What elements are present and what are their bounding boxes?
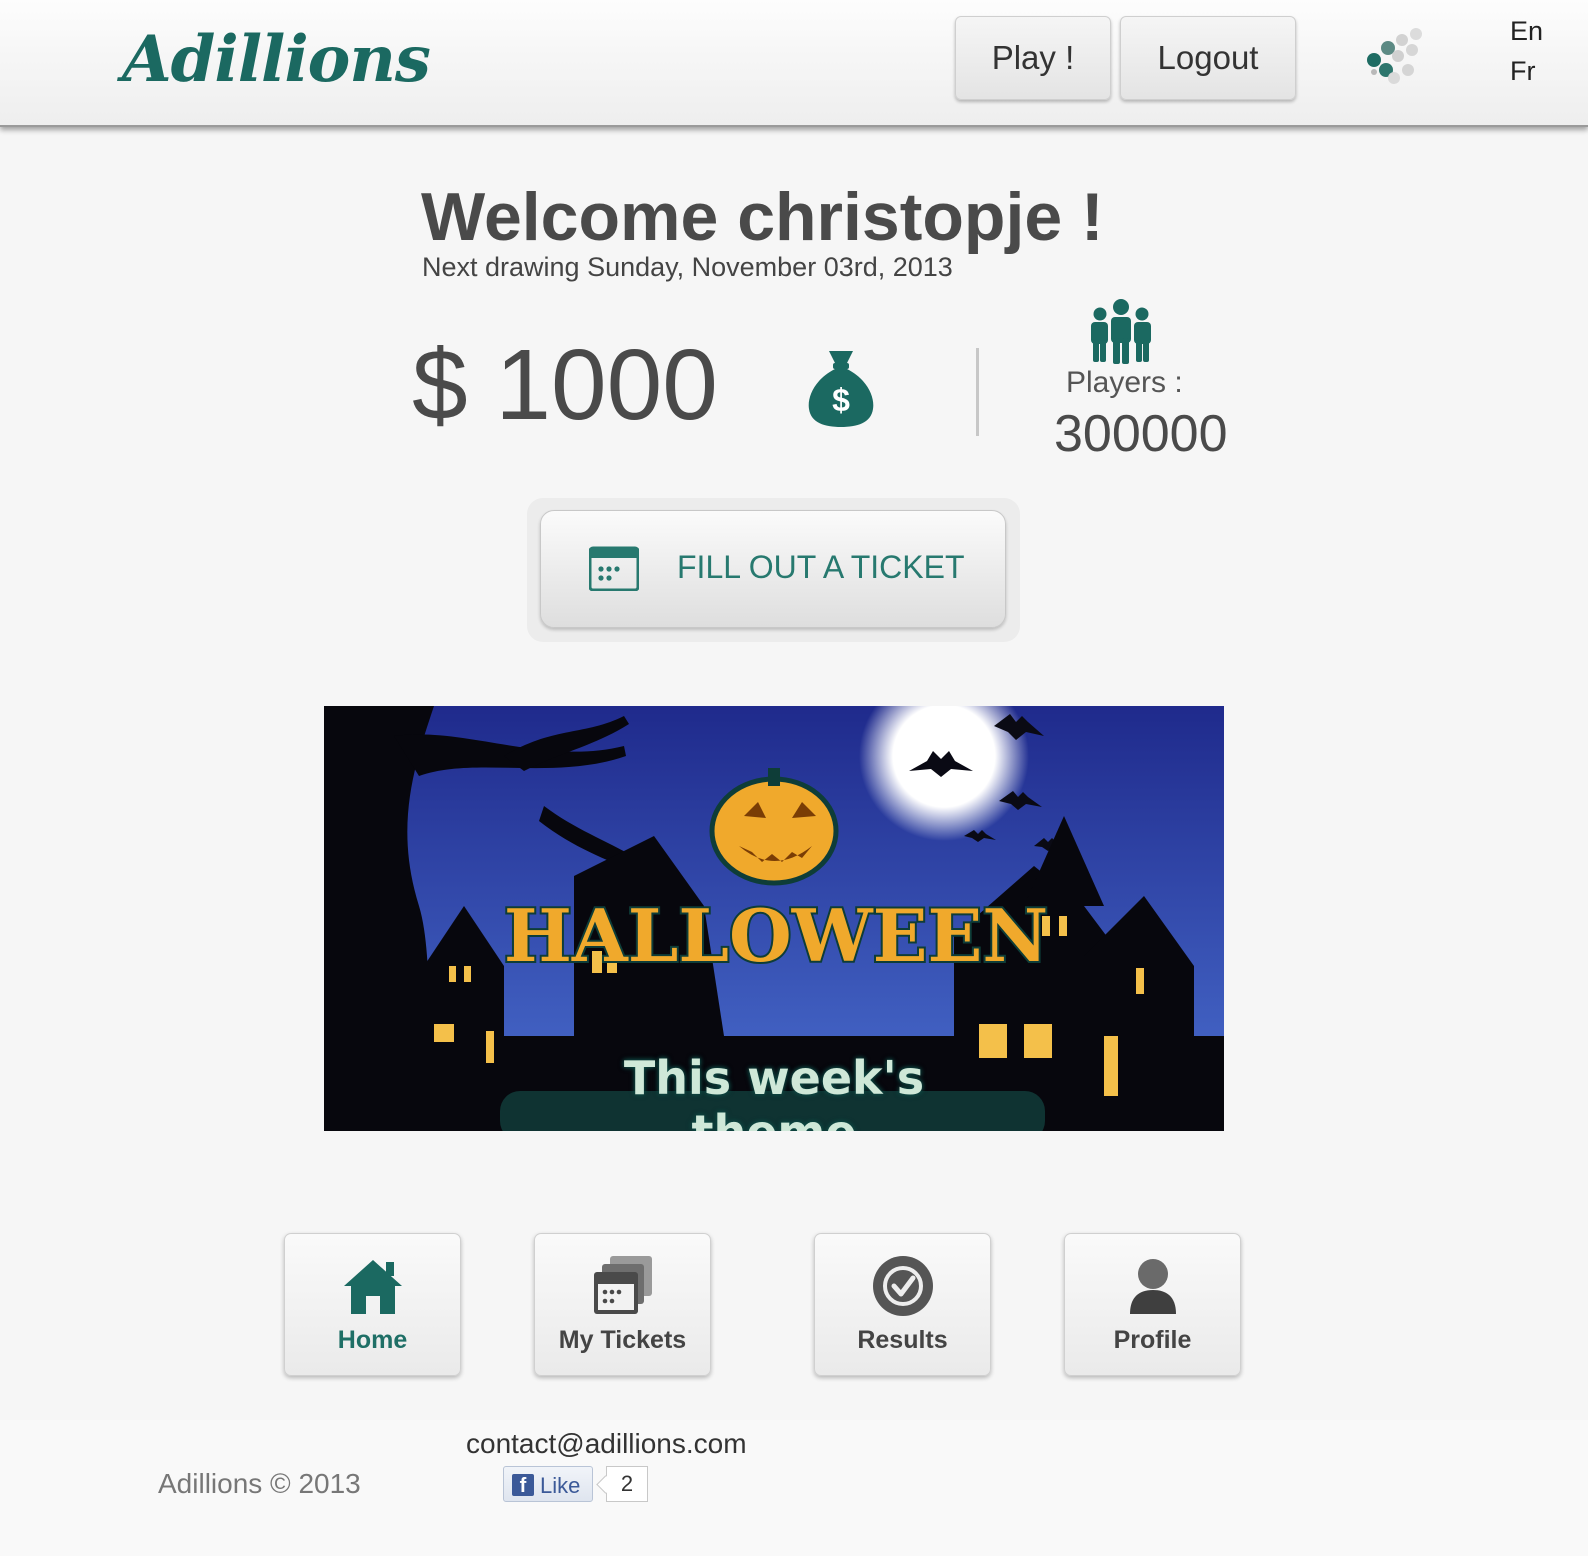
nav-profile-label: Profile bbox=[1113, 1326, 1192, 1354]
players-icon bbox=[1091, 299, 1151, 364]
jackpot-amount: $ 1000 bbox=[412, 329, 718, 441]
top-header: Adillions Play ! Logout En Fr bbox=[0, 0, 1588, 127]
nav-home-label: Home bbox=[337, 1326, 408, 1354]
money-bag-icon: $ bbox=[808, 351, 874, 427]
fill-ticket-label: FILL OUT A TICKET bbox=[677, 549, 965, 585]
banner-caption: This week's theme bbox=[623, 1051, 925, 1131]
footer: Adillions © 2013 contact@adillions.com f… bbox=[0, 1420, 1588, 1556]
fill-ticket-button[interactable]: FILL OUT A TICKET bbox=[540, 510, 1006, 628]
nav-results-button[interactable]: Results bbox=[814, 1233, 991, 1376]
check-circle-icon bbox=[872, 1256, 933, 1316]
copyright: Adillions © 2013 bbox=[158, 1468, 361, 1499]
facebook-icon: f bbox=[512, 1474, 534, 1497]
nav-my-tickets-button[interactable]: My Tickets bbox=[534, 1233, 711, 1376]
home-icon bbox=[343, 1260, 402, 1314]
players-label: Players : bbox=[1066, 366, 1183, 399]
halloween-title: HALLOWEEN bbox=[504, 893, 1048, 978]
logout-button[interactable]: Logout bbox=[1120, 16, 1296, 100]
theme-banner[interactable]: HALLOWEEN This week's theme bbox=[324, 706, 1224, 1131]
ticket-icon bbox=[589, 546, 639, 591]
like-label: Like bbox=[540, 1473, 581, 1498]
page-title: Welcome christopje ! bbox=[421, 179, 1104, 255]
play-button[interactable]: Play ! bbox=[955, 16, 1111, 100]
tickets-icon bbox=[593, 1256, 652, 1314]
stats-divider bbox=[976, 348, 979, 436]
players-count: 300000 bbox=[1054, 405, 1228, 463]
nav-home-button[interactable]: Home bbox=[284, 1233, 461, 1376]
loading-dots-icon bbox=[1367, 28, 1422, 84]
facebook-like-button[interactable]: f Like bbox=[503, 1466, 593, 1502]
contact-email-link[interactable]: contact@adillions.com bbox=[466, 1428, 747, 1460]
next-drawing-text: Next drawing Sunday, November 03rd, 2013 bbox=[422, 252, 953, 282]
svg-text:$: $ bbox=[832, 382, 850, 418]
like-count: 2 bbox=[606, 1466, 648, 1502]
nav-results-label: Results bbox=[857, 1326, 948, 1354]
nav-my-tickets-label: My Tickets bbox=[558, 1326, 687, 1354]
user-icon bbox=[1129, 1259, 1176, 1314]
logo[interactable]: Adillions bbox=[122, 22, 431, 97]
nav-profile-button[interactable]: Profile bbox=[1064, 1233, 1241, 1376]
lang-en-link[interactable]: En bbox=[1510, 16, 1543, 47]
lang-fr-link[interactable]: Fr bbox=[1510, 56, 1535, 87]
